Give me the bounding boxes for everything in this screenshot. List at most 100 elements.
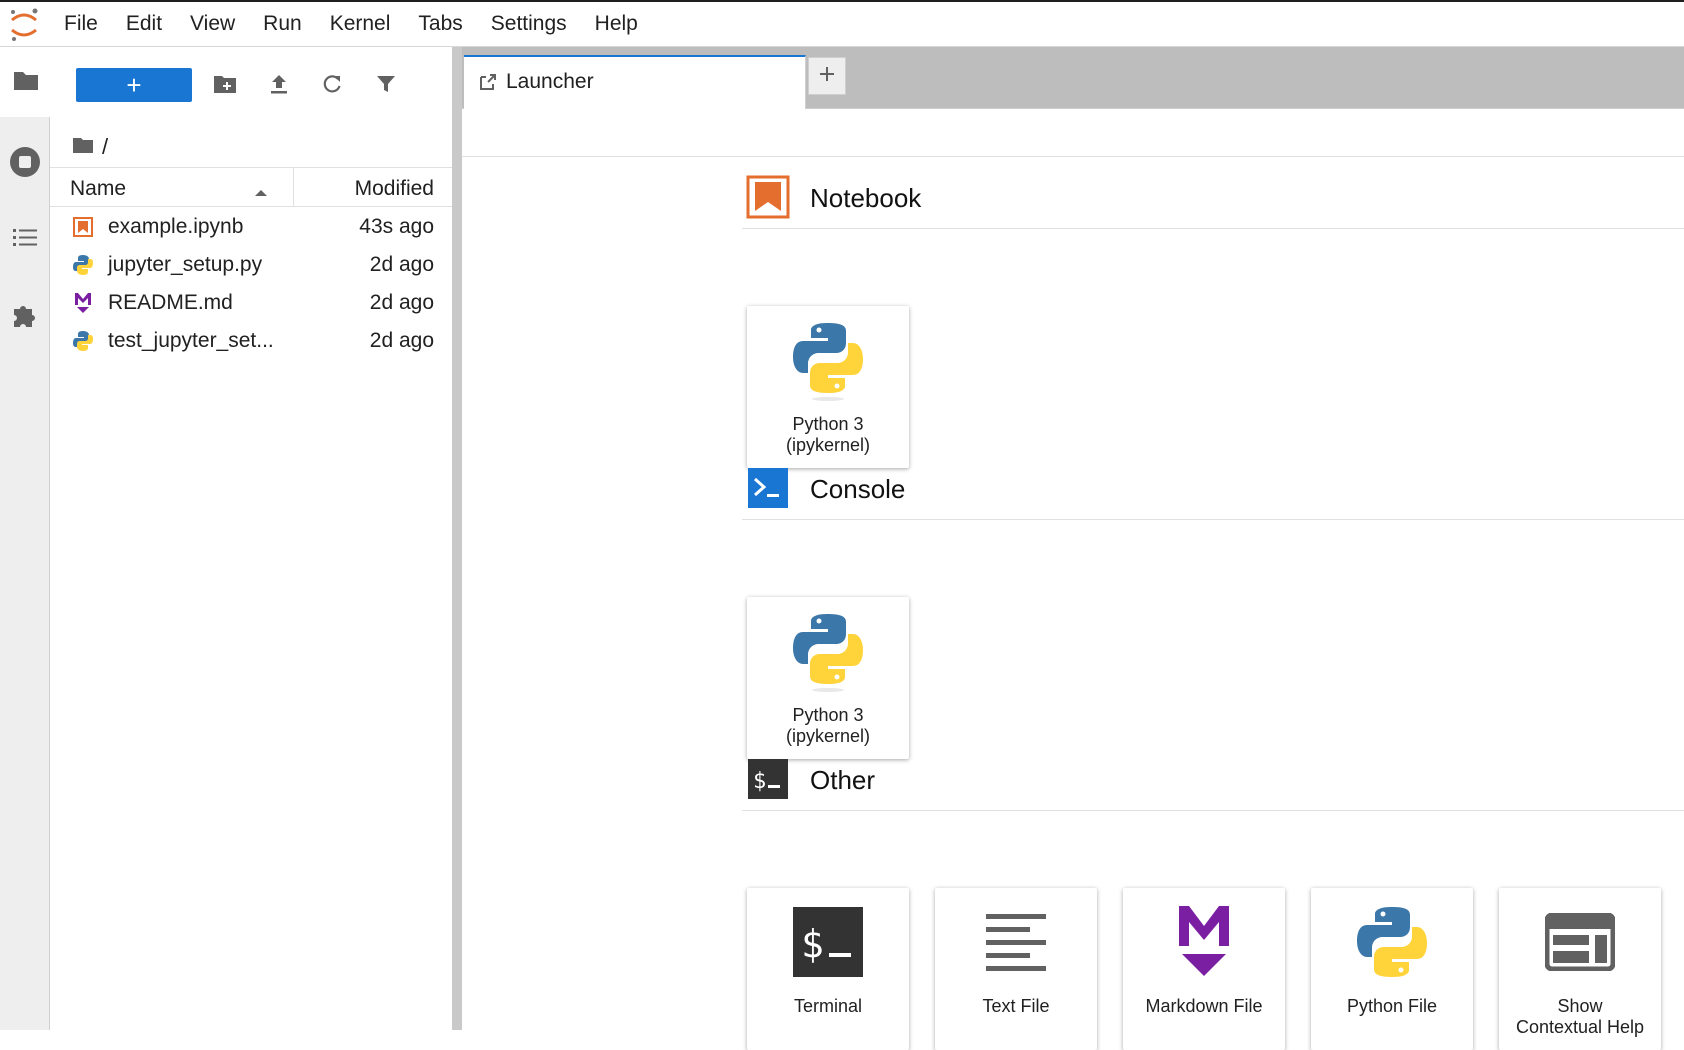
launcher-icon [478, 72, 498, 97]
upload-button[interactable] [264, 71, 294, 101]
file-row[interactable]: example.ipynb 43s ago [50, 208, 452, 246]
file-row[interactable]: jupyter_setup.py 2d ago [50, 246, 452, 284]
add-tab-button[interactable] [808, 57, 846, 95]
new-launcher-button[interactable]: + [76, 68, 192, 102]
card-label-line: Text File [982, 996, 1050, 1016]
section-title: Other [810, 765, 876, 795]
menu-file[interactable]: File [64, 12, 98, 36]
python-logo-icon [1311, 900, 1473, 984]
activity-extensions[interactable] [0, 283, 50, 353]
file-row[interactable]: test_jupyter_set... 2d ago [50, 322, 452, 360]
file-browser-toolbar: + [50, 47, 452, 127]
card-label: Python 3 (ipykernel) [747, 414, 909, 456]
card-label-line: Python File [1346, 996, 1438, 1016]
card-label-line: (ipykernel) [785, 726, 871, 746]
menu-view[interactable]: View [190, 12, 235, 36]
activity-file-browser[interactable] [0, 47, 51, 117]
tab-launcher[interactable]: Launcher [464, 55, 806, 109]
card-label-line: Python 3 [792, 705, 864, 725]
section-header: $ Other [742, 747, 1684, 811]
card-label: Show Contextual Help [1499, 996, 1661, 1038]
notebook-icon [72, 216, 94, 238]
file-row[interactable]: README.md 2d ago [50, 284, 452, 322]
file-name: example.ipynb [108, 215, 244, 238]
column-modified[interactable]: Modified [355, 177, 434, 201]
menu-run[interactable]: Run [263, 12, 302, 36]
launcher-card-terminal[interactable]: $ Terminal [747, 888, 909, 1050]
card-label-line: Terminal [793, 996, 863, 1016]
section-header: Notebook [742, 165, 1684, 229]
menu-bar: File Edit View Run Kernel Tabs Settings … [0, 0, 1684, 47]
file-name: test_jupyter_set... [108, 329, 274, 352]
folder-icon [12, 68, 40, 97]
text-file-icon [935, 900, 1097, 984]
plus-icon: + [126, 70, 142, 100]
activity-running[interactable] [0, 129, 50, 199]
card-label-line: Markdown File [1145, 996, 1263, 1016]
card-label: Markdown File [1123, 996, 1285, 1017]
file-browser: + / Name Modified example.ipynb 43s ago … [50, 47, 452, 1030]
launcher-card-contextual-help[interactable]: Show Contextual Help [1499, 888, 1661, 1050]
markdown-icon [72, 292, 94, 314]
section-header: Console [742, 456, 1684, 520]
card-label-line: Python 3 [792, 414, 864, 434]
jupyter-logo-icon [6, 6, 42, 44]
activity-bar [0, 47, 51, 1030]
markdown-icon [1123, 900, 1285, 984]
launcher-card-notebook-python3[interactable]: Python 3 (ipykernel) [747, 306, 909, 468]
file-name: README.md [108, 291, 233, 314]
toc-icon [11, 226, 39, 255]
column-divider[interactable] [293, 168, 294, 206]
menu-help[interactable]: Help [595, 12, 638, 36]
python-logo-icon [747, 609, 909, 693]
menu-edit[interactable]: Edit [126, 12, 162, 36]
activity-toc[interactable] [0, 205, 50, 275]
card-label-line: Contextual Help [1515, 1017, 1645, 1037]
file-name: jupyter_setup.py [108, 253, 263, 276]
python-logo-icon [747, 318, 909, 402]
card-label: Terminal [747, 996, 909, 1017]
menu-kernel[interactable]: Kernel [330, 12, 391, 36]
tab-label: Launcher [506, 70, 594, 93]
tab-bar: Launcher [462, 47, 1684, 109]
refresh-icon [321, 73, 343, 100]
filter-button[interactable] [371, 71, 401, 101]
sort-ascending-icon [254, 184, 268, 202]
new-folder-button[interactable] [210, 71, 240, 101]
running-icon [9, 146, 41, 183]
menu-tabs[interactable]: Tabs [418, 12, 462, 36]
card-label: Python 3 (ipykernel) [747, 705, 909, 747]
python-icon [72, 254, 94, 276]
panel-splitter[interactable] [452, 47, 462, 1030]
svg-text:$: $ [801, 922, 824, 966]
refresh-button[interactable] [317, 71, 347, 101]
launcher-toolbar [462, 109, 1684, 157]
breadcrumb: / [72, 127, 108, 167]
card-label-line: (ipykernel) [785, 435, 871, 455]
python-icon [72, 330, 94, 352]
home-folder-icon[interactable] [72, 136, 94, 159]
file-modified: 43s ago [359, 215, 434, 238]
filter-icon [375, 73, 397, 100]
launcher-card-console-python3[interactable]: Python 3 (ipykernel) [747, 597, 909, 759]
launcher-card-markdown-file[interactable]: Markdown File [1123, 888, 1285, 1050]
plus-icon [819, 66, 835, 87]
file-list: example.ipynb 43s ago jupyter_setup.py 2… [50, 208, 452, 360]
card-label-line: Show [1557, 996, 1603, 1016]
menu-settings[interactable]: Settings [491, 12, 567, 36]
terminal-icon: $ [747, 900, 909, 984]
upload-icon [269, 73, 289, 100]
section-title: Console [810, 474, 906, 504]
file-modified: 2d ago [369, 329, 434, 352]
file-modified: 2d ago [369, 291, 434, 314]
breadcrumb-root[interactable]: / [102, 134, 108, 160]
file-list-header: Name Modified [50, 167, 452, 207]
extension-icon [10, 301, 40, 336]
contextual-help-icon [1499, 900, 1661, 984]
console-icon [746, 466, 790, 510]
launcher-card-text-file[interactable]: Text File [935, 888, 1097, 1050]
main-area: Launcher Notebook Python 3 (ipykernel) C… [462, 47, 1684, 1050]
column-name[interactable]: Name [70, 177, 126, 201]
svg-text:$: $ [753, 769, 766, 794]
launcher-card-python-file[interactable]: Python File [1311, 888, 1473, 1050]
